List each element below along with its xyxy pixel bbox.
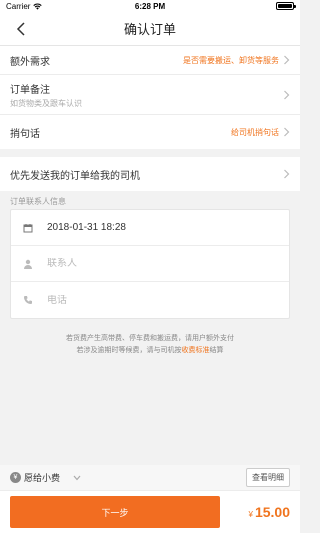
bring-message-row[interactable]: 捎句话 给司机捎句话: [0, 115, 300, 149]
phone-icon: [23, 295, 33, 305]
priority-card: 优先发送我的订单给我的司机: [0, 157, 300, 191]
person-icon: [23, 259, 33, 269]
nav-bar: 确认订单: [0, 12, 300, 46]
order-note-sub: 如货物类及跟车认识: [10, 98, 82, 108]
notice-line-2-prefix: 若涉及逾期时等候费，请与司机按: [76, 347, 182, 354]
chevron-left-icon: [16, 22, 25, 36]
view-details-button[interactable]: 查看明细: [246, 468, 290, 487]
priority-row[interactable]: 优先发送我的订单给我的司机: [0, 157, 300, 191]
options-card: 额外需求 是否需要搬运、卸货等服务 订单备注 如货物类及跟车认识 捎句话 给司机…: [0, 46, 300, 149]
yen-icon: ¥: [10, 472, 21, 483]
calendar-icon: [23, 223, 33, 233]
status-time: 6:28 PM: [134, 1, 166, 11]
extra-needs-label: 额外需求: [10, 56, 50, 68]
next-step-button[interactable]: 下一步: [10, 496, 220, 528]
status-bar: Carrier 6:28 PM: [0, 0, 300, 12]
bring-message-value: 给司机捎句话: [231, 127, 279, 137]
battery-icon: [275, 2, 296, 10]
status-right: [214, 2, 296, 10]
fee-standard-link[interactable]: 收费标准: [182, 347, 210, 354]
chevron-right-icon: [284, 90, 290, 99]
notice-line-1: 若货费产生高带费、停车费和搬运费，请用户额外支付: [66, 335, 234, 342]
notice-line-2: 若涉及逾期时等候费，请与司机按收费标准结算: [30, 345, 270, 357]
tip-label: 愿给小费: [24, 473, 61, 483]
bring-message-label: 捎句话: [10, 128, 40, 140]
chevron-down-icon: [73, 475, 81, 480]
total-price: ¥15.00: [230, 504, 291, 520]
order-note-label: 订单备注: [10, 84, 50, 96]
chevron-right-icon: [284, 169, 290, 179]
page-title: 确认订单: [123, 22, 176, 37]
action-row: 下一步 ¥15.00: [0, 491, 300, 533]
contact-card: 2018-01-31 18:28: [10, 209, 290, 319]
contact-name-input[interactable]: [47, 258, 227, 269]
order-note-row[interactable]: 订单备注 如货物类及跟车认识: [0, 75, 300, 115]
tip-selector[interactable]: ¥ 愿给小费: [10, 471, 81, 484]
contact-phone-input[interactable]: [47, 294, 227, 306]
wifi-icon: [33, 2, 43, 10]
datetime-value: 2018-01-31 18:28: [47, 222, 126, 233]
tip-row: ¥ 愿给小费 查看明细: [0, 465, 300, 491]
notice-line-2-suffix: 结算: [209, 347, 224, 354]
contact-name-row: [11, 246, 289, 282]
datetime-row[interactable]: 2018-01-31 18:28: [11, 210, 289, 246]
fee-notice: 若货费产生高带费、停车费和搬运费，请用户额外支付 若涉及逾期时等候费，请与司机按…: [0, 319, 300, 357]
price-value: 15.00: [254, 504, 290, 520]
currency-symbol: ¥: [248, 510, 253, 519]
priority-label: 优先发送我的订单给我的司机: [10, 170, 140, 182]
carrier-label: Carrier: [6, 1, 31, 11]
contact-section-title: 订单联系人信息: [10, 197, 66, 206]
status-left: Carrier: [6, 2, 86, 11]
back-button[interactable]: [12, 20, 30, 38]
extra-needs-value: 是否需要搬运、卸货等服务: [183, 55, 279, 65]
contact-phone-row: [11, 282, 289, 318]
extra-needs-row[interactable]: 额外需求 是否需要搬运、卸货等服务: [0, 46, 300, 75]
bottom-bar: ¥ 愿给小费 查看明细 下一步 ¥15.00: [0, 465, 300, 533]
chevron-right-icon: [284, 127, 290, 137]
chevron-right-icon: [284, 55, 290, 65]
